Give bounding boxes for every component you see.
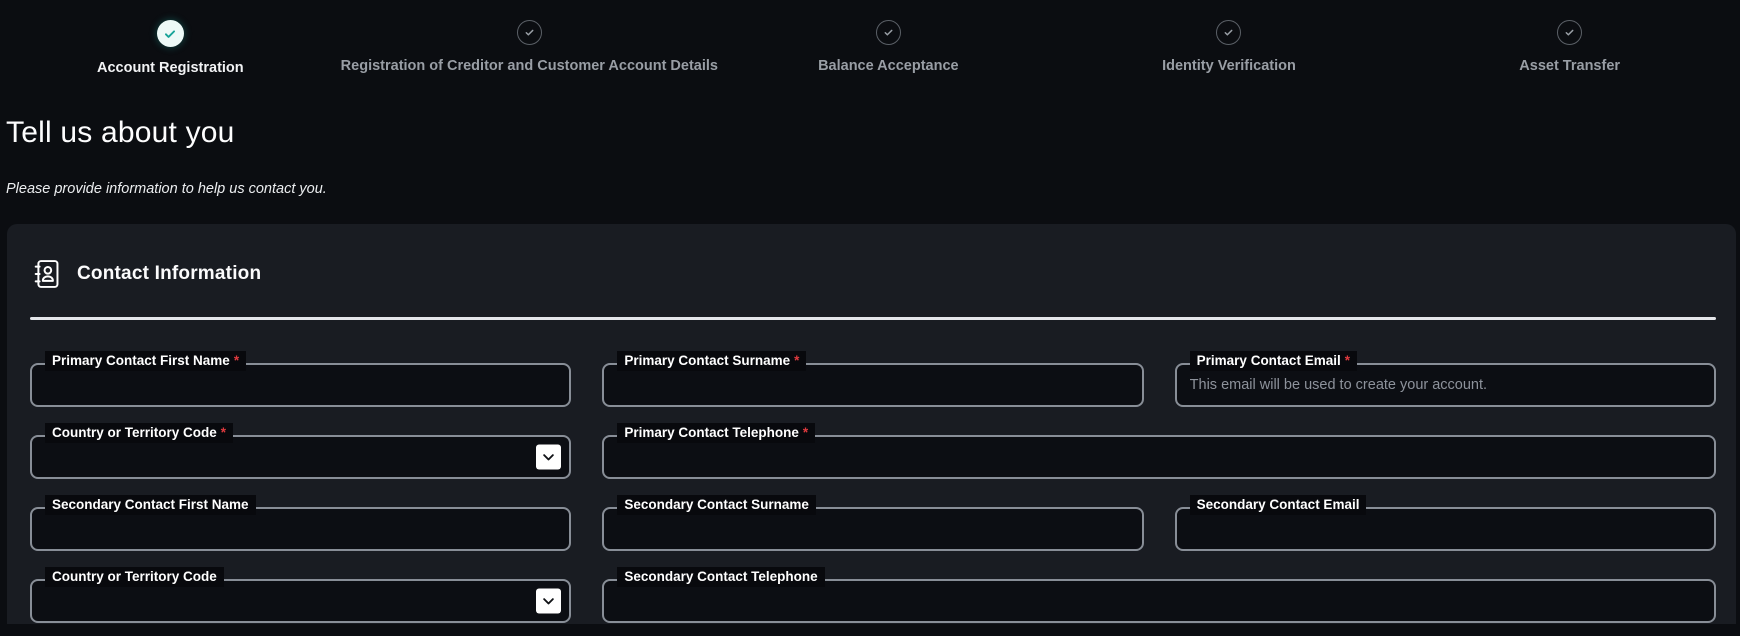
required-marker: *: [234, 353, 239, 368]
required-marker: *: [803, 425, 808, 440]
contact-book-icon: [32, 258, 62, 290]
field-label: Primary Contact First Name*: [45, 351, 246, 372]
field-secondary-contact-email: Secondary Contact Email: [1175, 507, 1716, 551]
step-label: Registration of Creditor and Customer Ac…: [341, 58, 718, 74]
check-icon: [1557, 20, 1582, 45]
check-icon: [1216, 20, 1241, 45]
step-registration-details[interactable]: Registration of Creditor and Customer Ac…: [341, 20, 718, 76]
page-title: Tell us about you: [6, 116, 1740, 150]
field-country-code-primary: Country or Territory Code*: [30, 435, 571, 479]
required-marker: *: [794, 353, 799, 368]
check-icon: [157, 20, 184, 47]
field-label: Secondary Contact Telephone: [617, 567, 824, 588]
section-header: Contact Information: [32, 258, 1716, 290]
field-label: Country or Territory Code: [45, 567, 224, 588]
step-label: Identity Verification: [1162, 58, 1296, 74]
required-marker: *: [221, 425, 226, 440]
field-label: Country or Territory Code*: [45, 423, 233, 444]
step-label: Asset Transfer: [1519, 58, 1620, 74]
field-secondary-contact-first-name: Secondary Contact First Name: [30, 507, 571, 551]
step-label: Account Registration: [97, 60, 244, 76]
section-divider: [30, 317, 1716, 320]
field-label: Primary Contact Telephone*: [617, 423, 815, 444]
check-icon: [517, 20, 542, 45]
required-marker: *: [1345, 353, 1350, 368]
step-asset-transfer[interactable]: Asset Transfer: [1399, 20, 1740, 76]
field-label: Secondary Contact Surname: [617, 495, 816, 516]
contact-information-card: Contact Information Primary Contact Firs…: [7, 224, 1736, 624]
field-primary-contact-telephone: Primary Contact Telephone*: [602, 435, 1716, 479]
step-account-registration[interactable]: Account Registration: [0, 20, 341, 76]
field-secondary-contact-telephone: Secondary Contact Telephone: [602, 579, 1716, 623]
field-primary-contact-email: Primary Contact Email*: [1175, 363, 1716, 407]
field-label: Secondary Contact First Name: [45, 495, 256, 516]
step-balance-acceptance[interactable]: Balance Acceptance: [718, 20, 1059, 76]
step-label: Balance Acceptance: [818, 58, 959, 74]
section-title: Contact Information: [77, 263, 261, 285]
step-identity-verification[interactable]: Identity Verification: [1059, 20, 1400, 76]
field-label: Primary Contact Surname*: [617, 351, 806, 372]
field-label: Primary Contact Email*: [1190, 351, 1357, 372]
page-subtitle: Please provide information to help us co…: [6, 181, 1740, 197]
field-secondary-contact-surname: Secondary Contact Surname: [602, 507, 1143, 551]
wizard-stepper: Account Registration Registration of Cre…: [0, 0, 1740, 76]
field-label: Secondary Contact Email: [1190, 495, 1367, 516]
contact-form: Primary Contact First Name* Primary Cont…: [30, 363, 1716, 623]
field-primary-contact-first-name: Primary Contact First Name*: [30, 363, 571, 407]
field-primary-contact-surname: Primary Contact Surname*: [602, 363, 1143, 407]
check-icon: [876, 20, 901, 45]
field-country-code-secondary: Country or Territory Code: [30, 579, 571, 623]
